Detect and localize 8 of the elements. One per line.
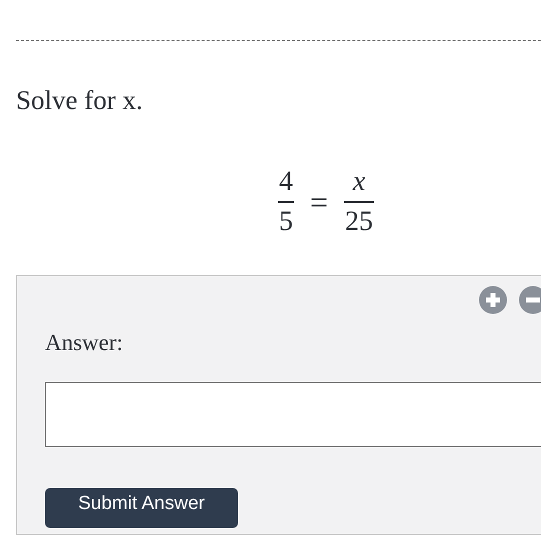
denominator: 5 [278,206,294,236]
answer-label: Answer: [45,328,124,356]
denominator: 25 [344,206,374,236]
submit-button[interactable]: Submit Answer [45,488,238,528]
question-text: Solve for x. [16,84,144,117]
numerator: x [352,167,366,197]
numerator: 4 [278,167,294,197]
equals-sign: = [309,186,330,218]
